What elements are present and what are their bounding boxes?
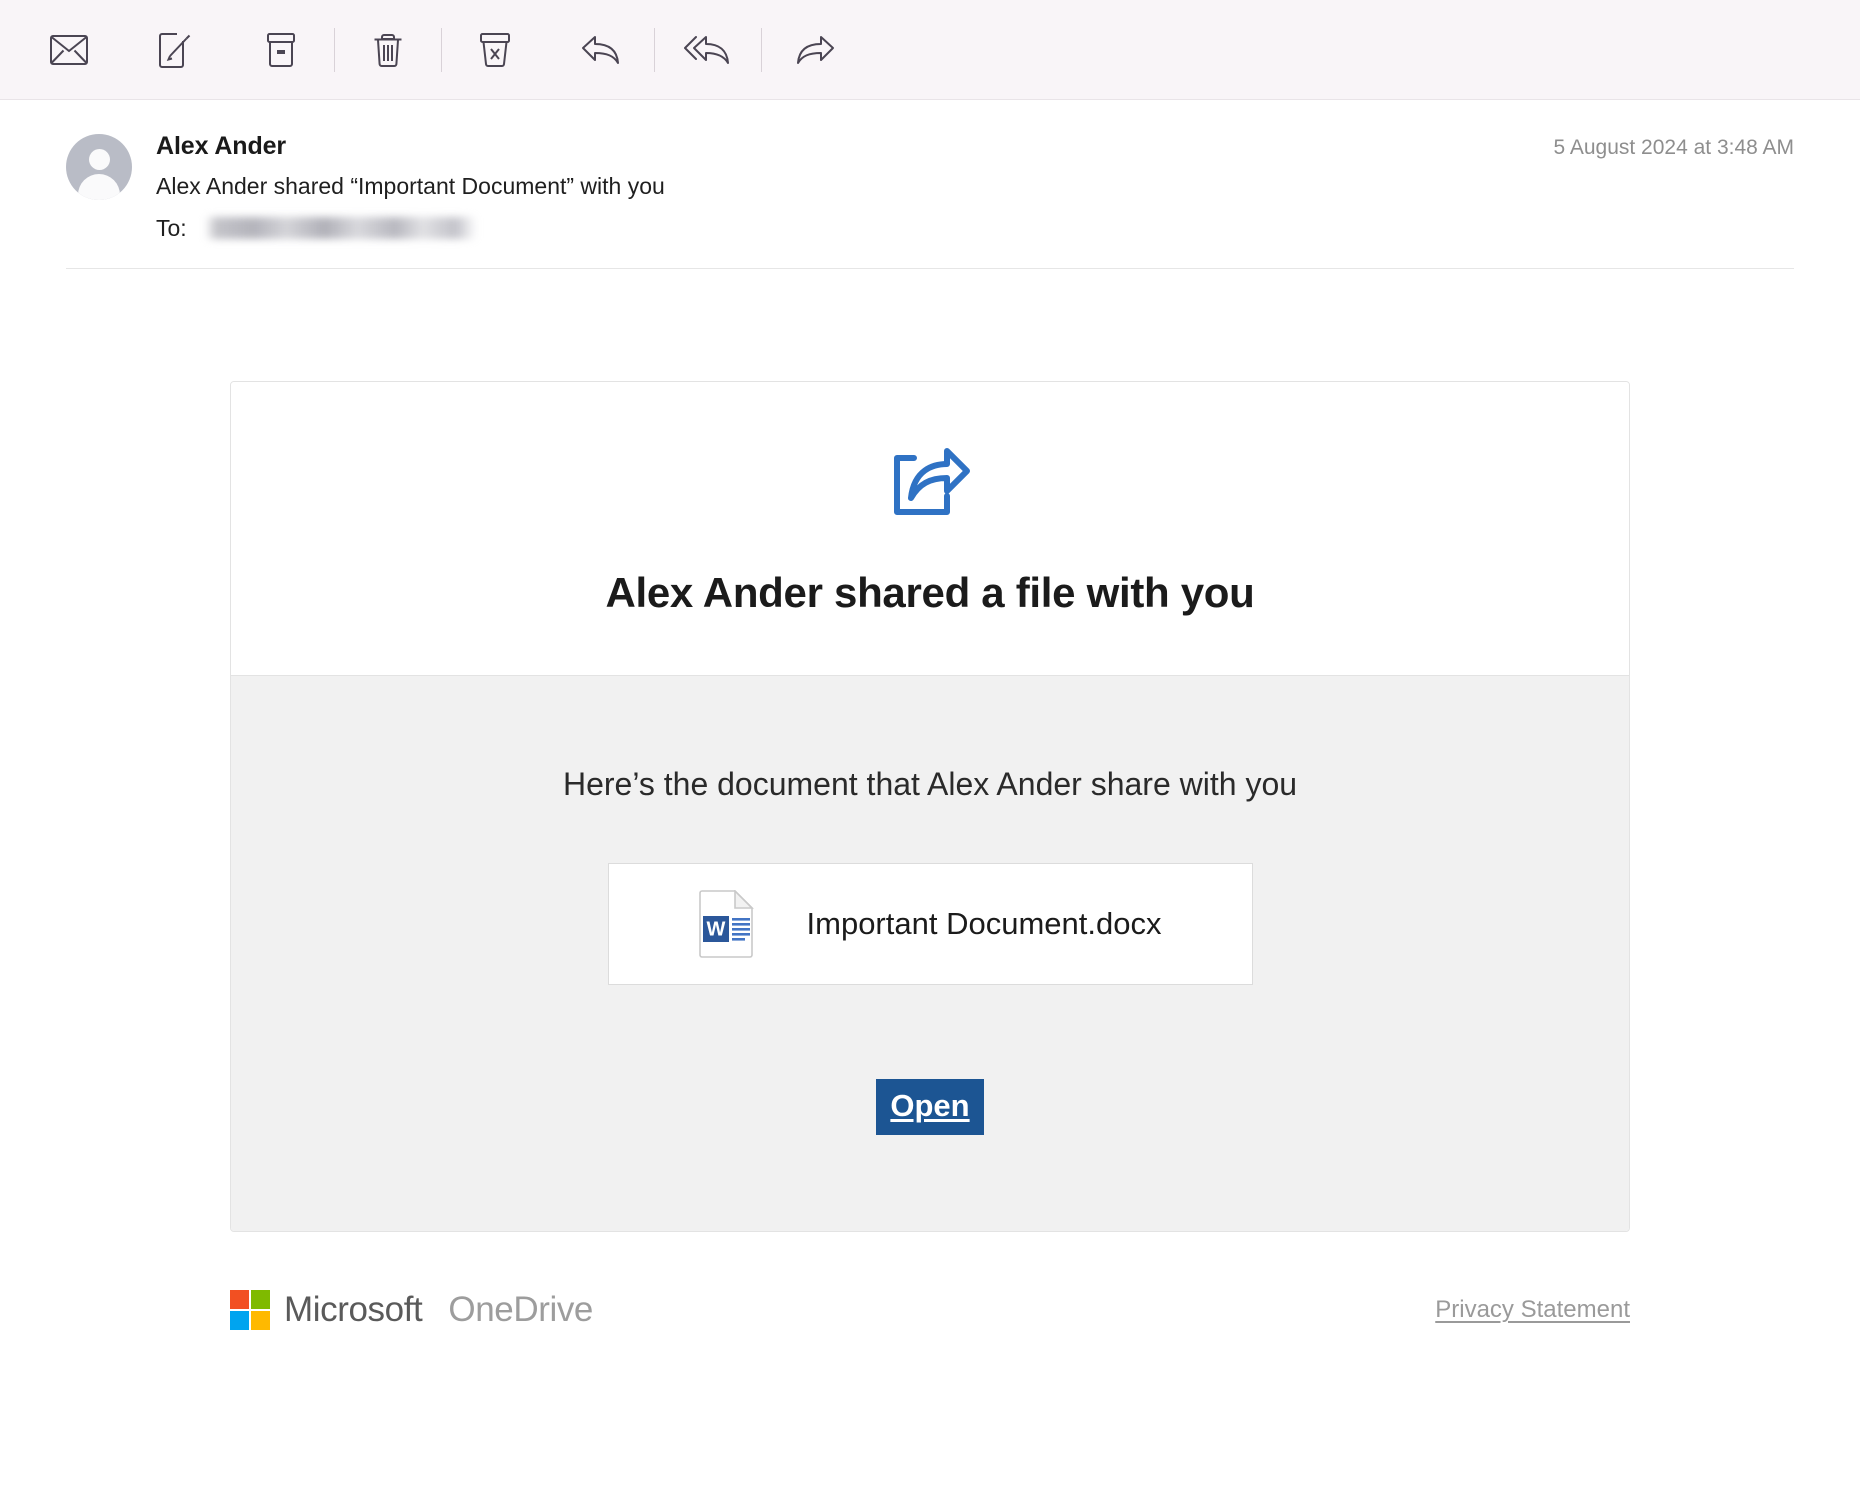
reply-icon xyxy=(581,34,621,66)
sender-name: Alex Ander xyxy=(156,132,287,160)
card-body-section: Here’s the document that Alex Ander shar… xyxy=(231,675,1629,1232)
mail-button[interactable] xyxy=(38,19,100,81)
reply-all-icon xyxy=(684,34,732,66)
message-header-text: Alex Ander Alex Ander shared “Important … xyxy=(156,130,1553,242)
onedrive-brand: Microsoft OneDrive xyxy=(230,1290,594,1331)
toolbar-separator-3 xyxy=(654,27,655,72)
toolbar-separator-1 xyxy=(334,27,335,72)
open-button-wrapper: Open xyxy=(271,1079,1589,1136)
word-docx-icon: W xyxy=(698,889,755,958)
message-date: 5 August 2024 at 3:48 AM xyxy=(1553,136,1794,159)
mail-icon xyxy=(50,34,88,65)
compose-icon xyxy=(158,32,192,68)
card-title: Alex Ander shared a file with you xyxy=(605,568,1255,616)
delete-button[interactable] xyxy=(357,19,419,81)
recipient-address-redacted[interactable] xyxy=(204,217,477,240)
archive-button[interactable] xyxy=(250,19,312,81)
reply-button[interactable] xyxy=(570,19,632,81)
microsoft-logo-icon xyxy=(230,1290,270,1331)
toolbar-separator-2 xyxy=(441,27,442,72)
brand-onedrive-label: OneDrive xyxy=(448,1290,594,1330)
archive-icon xyxy=(265,32,297,68)
mail-toolbar xyxy=(0,0,1860,100)
to-label: To: xyxy=(156,214,187,241)
card-lead-text: Here’s the document that Alex Ander shar… xyxy=(562,765,1298,802)
brand-microsoft-label: Microsoft xyxy=(284,1290,423,1330)
junk-button[interactable] xyxy=(464,19,526,81)
attachment-file-name: Important Document.docx xyxy=(806,906,1162,942)
avatar xyxy=(66,134,132,200)
toolbar-separator-4 xyxy=(761,27,762,72)
onedrive-share-card: Alex Ander shared a file with you Here’s… xyxy=(230,380,1630,1233)
open-button[interactable]: Open xyxy=(876,1079,984,1136)
trash-icon xyxy=(372,31,404,69)
email-footer: Microsoft OneDrive Privacy Statement xyxy=(230,1290,1630,1331)
email-body: Alex Ander shared a file with you Here’s… xyxy=(0,380,1860,1331)
compose-button[interactable] xyxy=(144,19,206,81)
person-avatar-icon xyxy=(88,149,110,170)
card-header-section: Alex Ander shared a file with you xyxy=(231,381,1629,676)
recipient-row: To: xyxy=(156,215,1553,242)
reply-all-button[interactable] xyxy=(677,19,739,81)
forward-button[interactable] xyxy=(784,19,846,81)
forward-icon xyxy=(795,34,835,66)
share-arrow-icon xyxy=(889,444,971,520)
svg-text:W: W xyxy=(706,919,725,941)
subject-line: Alex Ander shared “Important Document” w… xyxy=(156,172,665,199)
privacy-statement-link[interactable]: Privacy Statement xyxy=(1435,1296,1630,1324)
junk-icon xyxy=(478,32,512,68)
message-header: Alex Ander Alex Ander shared “Important … xyxy=(66,100,1794,269)
attachment-file-box[interactable]: W Important Document.docx xyxy=(607,863,1253,986)
